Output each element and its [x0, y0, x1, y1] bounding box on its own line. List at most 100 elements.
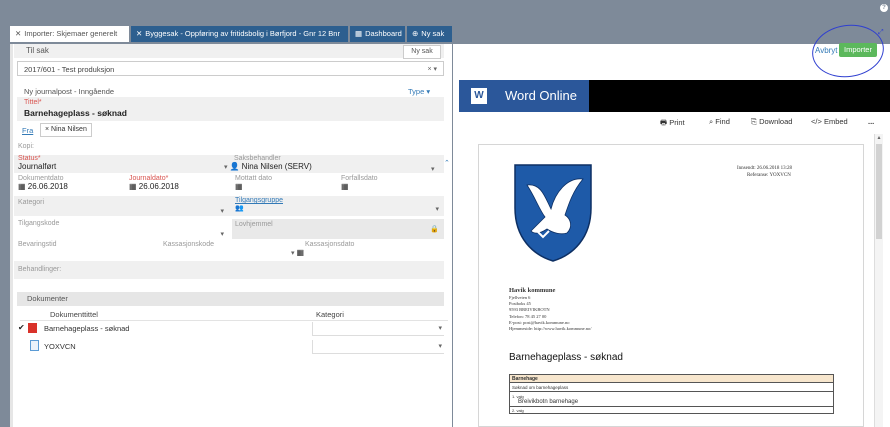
document-row[interactable]: YOXVCN ▾ — [18, 340, 444, 354]
access-code-field[interactable]: Tilgangskode ▾ — [18, 220, 224, 238]
calendar-icon: ▦ — [18, 182, 26, 191]
access-group-link[interactable]: Tilgangsgruppe — [235, 197, 439, 204]
scrollbar[interactable]: ▴ — [874, 134, 883, 427]
word-online-brand: W Word Online — [459, 80, 589, 112]
tab-ny-sak[interactable]: ⊕ Ny sak — [407, 26, 452, 42]
lock-icon: 🔒 — [430, 226, 439, 233]
import-form-panel: Til sak Ny sak 2017/601 - Test produksjo… — [10, 44, 452, 427]
journal-date-value: 26.06.2018 — [138, 182, 179, 191]
access-group-field[interactable]: Tilgangsgruppe 👥 ▾ — [235, 197, 439, 213]
from-chip-label: Nina Nilsen — [51, 126, 87, 133]
tab-label: Dashboard — [365, 29, 402, 38]
tab-byggesak[interactable]: ✕ Byggesak - Oppføring av fritidsbolig i … — [131, 26, 348, 42]
case-officer-value: Nina Nilsen (SERV) — [241, 162, 312, 171]
chevron-down-icon[interactable]: ▾ — [431, 165, 435, 173]
doc-date-field[interactable]: Dokumentdato ▦ 26.06.2018 — [18, 175, 68, 191]
calendar-icon: ▦ — [296, 248, 305, 257]
category-select[interactable]: ▾ — [312, 340, 444, 354]
new-case-button[interactable]: Ny sak — [403, 45, 441, 59]
scroll-thumb[interactable] — [876, 144, 882, 239]
scroll-up-icon[interactable]: ▴ — [875, 134, 883, 141]
disposal-code-field[interactable]: Kassasjonskode — [163, 241, 214, 248]
category-field[interactable]: Kategori ▾ — [18, 199, 224, 215]
col-category: Kategori — [316, 310, 344, 319]
coat-of-arms-logo — [514, 164, 592, 262]
copy-label: Kopi: — [18, 143, 34, 150]
received-date-field[interactable]: Mottatt dato ▦ — [235, 175, 272, 191]
case-section-header: Til sak — [14, 44, 444, 58]
from-chip[interactable]: × Nina Nilsen — [40, 123, 92, 137]
due-date-label: Forfallsdato — [341, 175, 378, 182]
document-title: Barnehageplass - søknad — [509, 352, 623, 363]
disposal-date-field[interactable]: Kassasjonsdato ▾ ▦ — [291, 241, 441, 257]
access-code-label: Tilgangskode — [18, 220, 60, 227]
find-button[interactable]: ⌕ Find — [709, 117, 730, 127]
category-select[interactable]: ▾ — [312, 322, 444, 336]
close-icon[interactable]: ✕ — [15, 29, 21, 38]
handling-row-bg — [14, 261, 444, 279]
chevron-down-icon: ▾ — [220, 208, 224, 215]
calendar-icon: ▦ — [129, 182, 137, 191]
choice-value: Breivikbotn barnehage — [518, 398, 579, 405]
due-date-field[interactable]: Forfallsdato ▦ — [341, 175, 378, 191]
tab-bar: ✕ Importer: Skjemaer generelt ✕ Byggesak -… — [0, 24, 890, 44]
chevron-down-icon: ▾ — [220, 231, 224, 238]
doc-date-value: 26.06.2018 — [27, 182, 68, 191]
chevron-down-icon: ▾ — [438, 343, 442, 350]
title-label: Tittel* — [24, 99, 42, 106]
tab-label: Ny sak — [421, 29, 445, 38]
download-button[interactable]: ⎘ Download — [751, 117, 792, 127]
title-field[interactable]: Tittel* Barnehageplass - søknad — [17, 97, 444, 121]
reference-text: Referanse: YOXVCN — [747, 173, 791, 178]
address-line: Hjemmeside: http://www.havik.kommune.no/ — [509, 326, 592, 332]
handling-label: Behandlinger: — [18, 266, 62, 273]
doc-date-label: Dokumentdato — [18, 175, 64, 182]
application-table: Barnehage Søknad om barnehageplass 1. va… — [509, 374, 834, 414]
download-label: Download — [759, 117, 793, 126]
info-icon[interactable]: ? — [880, 4, 888, 12]
print-label: Print — [669, 118, 685, 127]
status-field[interactable]: Status* Journalført — [18, 155, 56, 171]
org-name: Havik kommune — [509, 287, 556, 294]
document-title: Barnehageplass - søknad — [44, 324, 130, 333]
embed-button[interactable]: </> Embed — [811, 117, 848, 126]
chevron-down-icon: ▾ — [438, 325, 442, 332]
case-select[interactable]: 2017/601 - Test produksjon × ▾ — [17, 61, 444, 76]
print-button[interactable]: 🖶 Print — [660, 117, 685, 130]
type-link[interactable]: Type ▾ — [408, 87, 430, 96]
table-row: Søknad om barnehageplass — [509, 382, 834, 392]
retention-field[interactable]: Bevaringstid — [18, 241, 57, 248]
dashboard-icon: ▦ — [355, 29, 363, 38]
more-button[interactable]: ... — [868, 117, 874, 126]
scrollbar[interactable] — [10, 44, 13, 427]
status-value: Journalført — [18, 162, 57, 171]
calendar-icon: ▦ — [341, 182, 349, 191]
tab-importer[interactable]: ✕ Importer: Skjemaer generelt — [10, 26, 129, 42]
document-title: YOXVCN — [44, 342, 76, 351]
table-row: 1. valg Breivikbotn barnehage — [509, 391, 834, 407]
plus-circle-icon: ⊕ — [412, 29, 419, 38]
from-link[interactable]: Fra — [22, 126, 33, 135]
title-value: Barnehageplass - søknad — [24, 108, 127, 118]
calendar-icon: ▦ — [235, 182, 243, 191]
chevron-up-icon[interactable]: ⌃ — [444, 159, 450, 167]
col-doc-title: Dokumenttittel — [50, 310, 98, 319]
tab-dashboard[interactable]: ▦ Dashboard — [350, 26, 405, 42]
legal-basis-field[interactable]: Lovhjemmel 🔒 — [232, 219, 444, 239]
table-row: 2. valg — [509, 406, 834, 414]
status-label: Status* — [18, 155, 41, 162]
document-row[interactable]: ✔ Barnehageplass - søknad ▾ — [18, 322, 444, 336]
embed-label: Embed — [823, 117, 848, 126]
printer-icon: 🖶 — [660, 118, 668, 127]
documents-label: Dokumenter — [27, 294, 68, 303]
legal-basis-label: Lovhjemmel — [235, 221, 273, 228]
journal-date-label: Journaldato* — [129, 175, 169, 182]
file-icon — [30, 340, 39, 351]
journal-date-field[interactable]: Journaldato* ▦ 26.06.2018 — [129, 175, 179, 191]
close-icon[interactable]: ✕ — [136, 29, 142, 38]
received-date-label: Mottatt dato — [235, 175, 272, 182]
address-block: Fjellveien 6 Postboks 45 9593 BREIVIKBOT… — [509, 295, 591, 332]
case-officer-field[interactable]: Saksbehandler ▾ 👤 Nina Nilsen (SERV) — [224, 155, 442, 171]
retention-label: Bevaringstid — [18, 241, 57, 248]
type-link-label: Type — [408, 87, 425, 96]
